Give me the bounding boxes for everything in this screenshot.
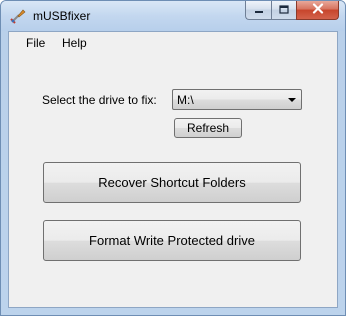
drive-select-label: Select the drive to fix: bbox=[42, 93, 157, 107]
app-window: mUSBfixer File Help Select the drive to … bbox=[0, 0, 346, 316]
window-title: mUSBfixer bbox=[33, 9, 91, 23]
menu-help[interactable]: Help bbox=[62, 36, 87, 50]
maximize-button[interactable] bbox=[271, 1, 296, 20]
drive-dropdown[interactable]: M:\ bbox=[172, 89, 302, 110]
chevron-down-icon bbox=[288, 98, 296, 102]
close-icon bbox=[312, 1, 324, 19]
menu-file[interactable]: File bbox=[26, 36, 45, 50]
drive-dropdown-value: M:\ bbox=[177, 93, 194, 107]
format-write-protected-button[interactable]: Format Write Protected drive bbox=[43, 220, 301, 261]
refresh-button[interactable]: Refresh bbox=[174, 118, 242, 138]
title-bar[interactable]: mUSBfixer bbox=[1, 1, 345, 31]
minimize-icon bbox=[254, 1, 264, 19]
recover-shortcut-folders-button[interactable]: Recover Shortcut Folders bbox=[43, 162, 301, 203]
client-area: File Help Select the drive to fix: M:\ R… bbox=[8, 31, 338, 308]
usb-app-icon bbox=[9, 7, 27, 25]
caption-buttons bbox=[245, 1, 339, 21]
minimize-button[interactable] bbox=[245, 1, 271, 20]
close-button[interactable] bbox=[296, 1, 339, 20]
maximize-icon bbox=[279, 1, 289, 19]
menu-bar: File Help bbox=[9, 32, 337, 54]
